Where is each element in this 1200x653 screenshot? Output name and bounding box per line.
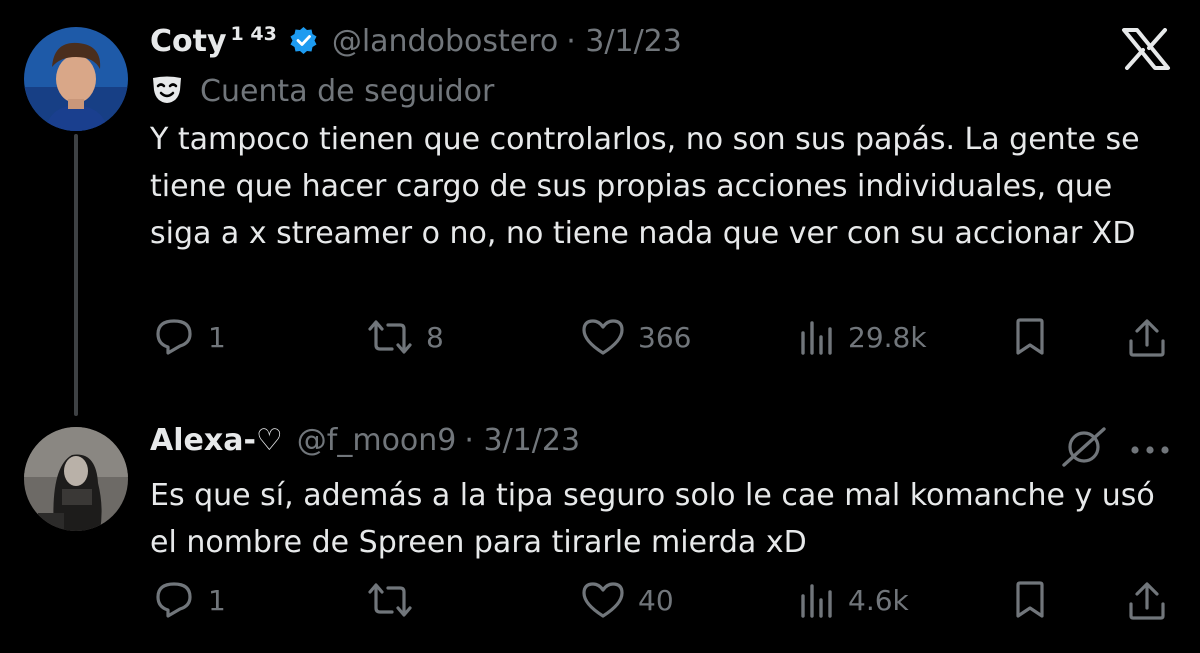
retweet-count: 8 [426, 320, 444, 354]
views-bar-icon [801, 584, 832, 618]
tweet-text: Y tampoco tienen que controlarlos, no so… [150, 122, 1140, 251]
heart-icon [582, 582, 624, 618]
views-button[interactable]: 29.8k [798, 317, 927, 357]
avatar[interactable] [24, 427, 128, 531]
display-name[interactable]: Coty [150, 24, 227, 59]
bookmark-icon [1016, 581, 1044, 618]
more-icon[interactable] [1130, 440, 1170, 459]
name-badge: 1 43 [230, 23, 277, 45]
reply-icon [156, 319, 192, 355]
avatar[interactable] [24, 27, 128, 131]
tweet-actions: 1 40 4.6k [0, 580, 1200, 630]
like-button[interactable]: 40 [580, 580, 674, 620]
like-count: 40 [638, 583, 674, 617]
retweet-icon [368, 320, 412, 354]
x-logo-icon[interactable] [1121, 28, 1171, 74]
grok-icon[interactable] [1060, 427, 1108, 471]
bookmark-icon [1016, 318, 1044, 355]
thread-line [74, 134, 78, 416]
verified-badge-icon [289, 26, 318, 55]
account-label-text: Cuenta de seguidor [200, 74, 495, 109]
retweet-button[interactable]: 8 [366, 317, 444, 357]
tweet-date[interactable]: · 3/1/23 [566, 24, 682, 59]
like-count: 366 [638, 320, 692, 354]
tweet-header: Alexa-♡ @f_moon9 · 3/1/23 [150, 423, 580, 458]
tweet-actions: 1 8 366 29.8k [0, 317, 1200, 367]
views-bar-icon [801, 321, 832, 355]
share-button[interactable] [1126, 317, 1168, 359]
heart-icon [582, 319, 624, 355]
account-label: Cuenta de seguidor [150, 74, 494, 109]
share-icon [1129, 582, 1165, 620]
views-button[interactable]: 4.6k [798, 580, 909, 620]
bookmark-button[interactable] [1012, 317, 1048, 357]
share-button[interactable] [1126, 580, 1168, 622]
handle[interactable]: @landobostero [332, 24, 558, 59]
reply-button[interactable]: 1 [154, 317, 226, 357]
tweet-date[interactable]: · 3/1/23 [464, 423, 580, 458]
reply-button[interactable]: 1 [154, 580, 226, 620]
reply-icon [156, 582, 192, 618]
view-count: 29.8k [848, 320, 927, 354]
like-button[interactable]: 366 [580, 317, 691, 357]
reply-count: 1 [208, 320, 226, 354]
tweet-header: Coty 1 43 @landobostero · 3/1/23 [150, 22, 682, 59]
bookmark-button[interactable] [1012, 580, 1048, 620]
retweet-button[interactable] [366, 580, 426, 620]
display-name[interactable]: Alexa-♡ [150, 423, 283, 458]
mask-icon [150, 75, 184, 109]
handle[interactable]: @f_moon9 [297, 423, 457, 458]
retweet-icon [368, 583, 412, 617]
reply-count: 1 [208, 583, 226, 617]
share-icon [1129, 319, 1165, 357]
tweet-text: Es que sí, además a la tipa seguro solo … [150, 478, 1155, 560]
view-count: 4.6k [848, 583, 909, 617]
